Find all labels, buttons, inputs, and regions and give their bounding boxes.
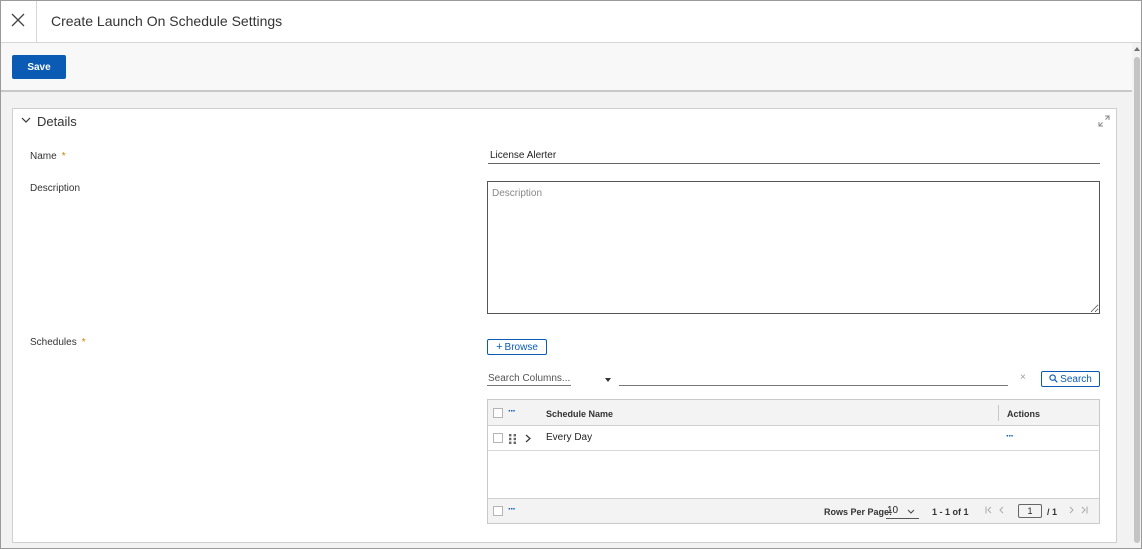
column-divider[interactable] (998, 405, 999, 421)
rows-per-page-value: 10 (887, 505, 899, 516)
description-textarea[interactable] (487, 181, 1100, 314)
search-columns-input[interactable] (487, 371, 571, 386)
save-button[interactable]: Save (12, 55, 66, 79)
schedules-grid: ··· Schedule Name Actions Every Day ··· (487, 399, 1100, 524)
title-bar: Create Launch On Schedule Settings (1, 1, 1141, 43)
search-button[interactable]: Search (1041, 371, 1100, 387)
page-title: Create Launch On Schedule Settings (51, 13, 283, 29)
search-button-label: Search (1060, 373, 1092, 385)
scroll-up-arrow-icon[interactable] (1134, 47, 1140, 51)
row-checkbox[interactable] (493, 433, 503, 443)
header-more-icon[interactable]: ··· (508, 407, 516, 417)
row-actions-icon[interactable]: ··· (1006, 432, 1014, 442)
column-header-actions: Actions (1007, 409, 1041, 419)
select-all-checkbox[interactable] (493, 408, 503, 418)
close-button[interactable] (1, 1, 37, 42)
name-label: Name * (30, 151, 66, 162)
schedules-label: Schedules * (30, 337, 86, 348)
footer-checkbox[interactable] (493, 506, 503, 516)
table-row[interactable]: Every Day ··· (488, 426, 1099, 451)
next-page-icon[interactable] (1069, 506, 1074, 514)
plus-icon: + (496, 341, 503, 353)
description-label: Description (30, 183, 81, 194)
schedule-name-cell: Every Day (546, 432, 593, 443)
first-page-icon[interactable] (985, 506, 992, 514)
grid-footer: ··· Rows Per Page: 10 1 - 1 of 1 1 / 1 (488, 498, 1099, 523)
name-input[interactable] (488, 148, 1100, 164)
previous-page-icon[interactable] (999, 506, 1004, 514)
clear-search-icon[interactable]: × (1020, 372, 1026, 383)
drag-handle-icon[interactable] (509, 434, 517, 444)
chevron-right-icon[interactable] (525, 434, 531, 443)
current-page-input[interactable]: 1 (1018, 504, 1042, 518)
search-input[interactable] (619, 371, 1008, 386)
page-range-text: 1 - 1 of 1 (932, 507, 969, 517)
last-page-icon[interactable] (1081, 506, 1088, 514)
required-mark: * (61, 151, 66, 162)
dialog-window: Create Launch On Schedule Settings Save … (0, 0, 1142, 549)
total-pages-text: / 1 (1047, 507, 1058, 517)
chevron-down-icon (21, 117, 31, 123)
footer-more-icon[interactable]: ··· (508, 505, 516, 515)
grid-header: ··· Schedule Name Actions (488, 400, 1099, 426)
rows-per-page-select[interactable]: 10 (886, 505, 919, 519)
browse-label: Browse (504, 342, 538, 353)
browse-button[interactable]: + Browse (487, 339, 547, 355)
expand-icon[interactable] (1098, 115, 1110, 127)
required-mark: * (81, 337, 86, 348)
section-title: Details (37, 114, 77, 129)
details-panel: Details Name* Description Schedules* +Br… (12, 108, 1117, 543)
rows-per-page-label: Rows Per Page: (824, 507, 893, 517)
chevron-down-icon (907, 509, 915, 514)
column-header-schedule-name[interactable]: Schedule Name (546, 409, 613, 419)
caret-down-icon[interactable] (605, 378, 611, 382)
scrollbar-thumb[interactable] (1134, 57, 1140, 543)
search-icon (1049, 373, 1058, 383)
toolbar: Save (1, 43, 1132, 92)
close-icon (11, 13, 25, 27)
